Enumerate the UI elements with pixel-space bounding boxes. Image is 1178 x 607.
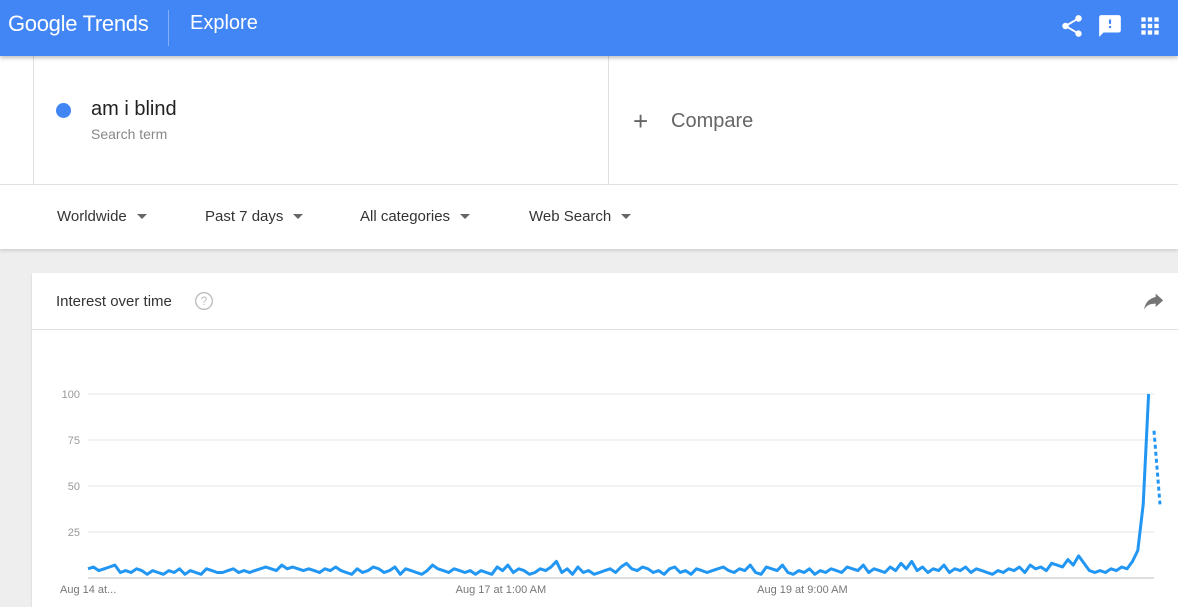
share-arrow-icon[interactable] (1144, 293, 1164, 311)
chevron-down-icon (460, 214, 471, 219)
series-line-am-i-blind[interactable] (87, 393, 1151, 576)
x-tick-label: Aug 17 at 1:00 AM (456, 584, 547, 596)
search-property-label: Web Search (529, 208, 612, 225)
compare-button[interactable]: + Compare (633, 108, 753, 134)
chevron-down-icon (136, 214, 147, 219)
help-icon[interactable]: ? (194, 291, 214, 311)
time-range-label: Past 7 days (205, 208, 284, 225)
interest-over-time-card: Interest over time ? 25 50 75 100 Aug 14 at.… (32, 273, 1178, 607)
search-term-text[interactable]: am i blind (91, 98, 177, 121)
feedback-icon[interactable] (1097, 13, 1123, 39)
compare-label: Compare (671, 109, 754, 132)
apps-grid-icon[interactable] (1137, 13, 1163, 39)
interest-line-chart: 25 50 75 100 Aug 14 at... Aug 17 at 1:00 AM Au… (60, 389, 1162, 596)
y-tick-label: 50 (68, 481, 80, 493)
x-tick-label: Aug 14 at... (60, 584, 116, 596)
chevron-down-icon (293, 214, 304, 219)
region-dropdown[interactable]: Worldwide (57, 208, 147, 225)
search-property-dropdown[interactable]: Web Search (529, 208, 632, 225)
chevron-down-icon (621, 214, 632, 219)
search-term-card[interactable]: am i blind Search term (33, 56, 609, 184)
category-dropdown[interactable]: All categories (360, 208, 471, 225)
search-term-type: Search term (91, 126, 168, 142)
svg-text:?: ? (201, 295, 208, 308)
header-divider (168, 10, 169, 46)
search-panel: am i blind Search term + Compare (0, 56, 1178, 184)
category-label: All categories (360, 208, 451, 225)
y-tick-label: 100 (62, 389, 80, 401)
top-app-bar: Google Trends Explore (0, 0, 1178, 56)
series-partial-segment[interactable] (1152, 430, 1162, 505)
plus-icon: + (633, 106, 649, 136)
card-title: Interest over time (56, 293, 172, 310)
filter-bar: Worldwide Past 7 days All categories Web… (0, 184, 1178, 249)
share-icon[interactable] (1059, 13, 1085, 39)
page-title: Explore (190, 12, 258, 34)
term-color-dot (56, 103, 71, 118)
region-label: Worldwide (57, 208, 127, 225)
x-tick-label: Aug 19 at 9:00 AM (757, 584, 848, 596)
time-range-dropdown[interactable]: Past 7 days (205, 208, 304, 225)
google-trends-logo[interactable]: Google Trends (8, 11, 149, 37)
y-tick-label: 75 (68, 435, 80, 447)
card-header: Interest over time ? (32, 273, 1178, 330)
y-tick-label: 25 (68, 527, 80, 539)
